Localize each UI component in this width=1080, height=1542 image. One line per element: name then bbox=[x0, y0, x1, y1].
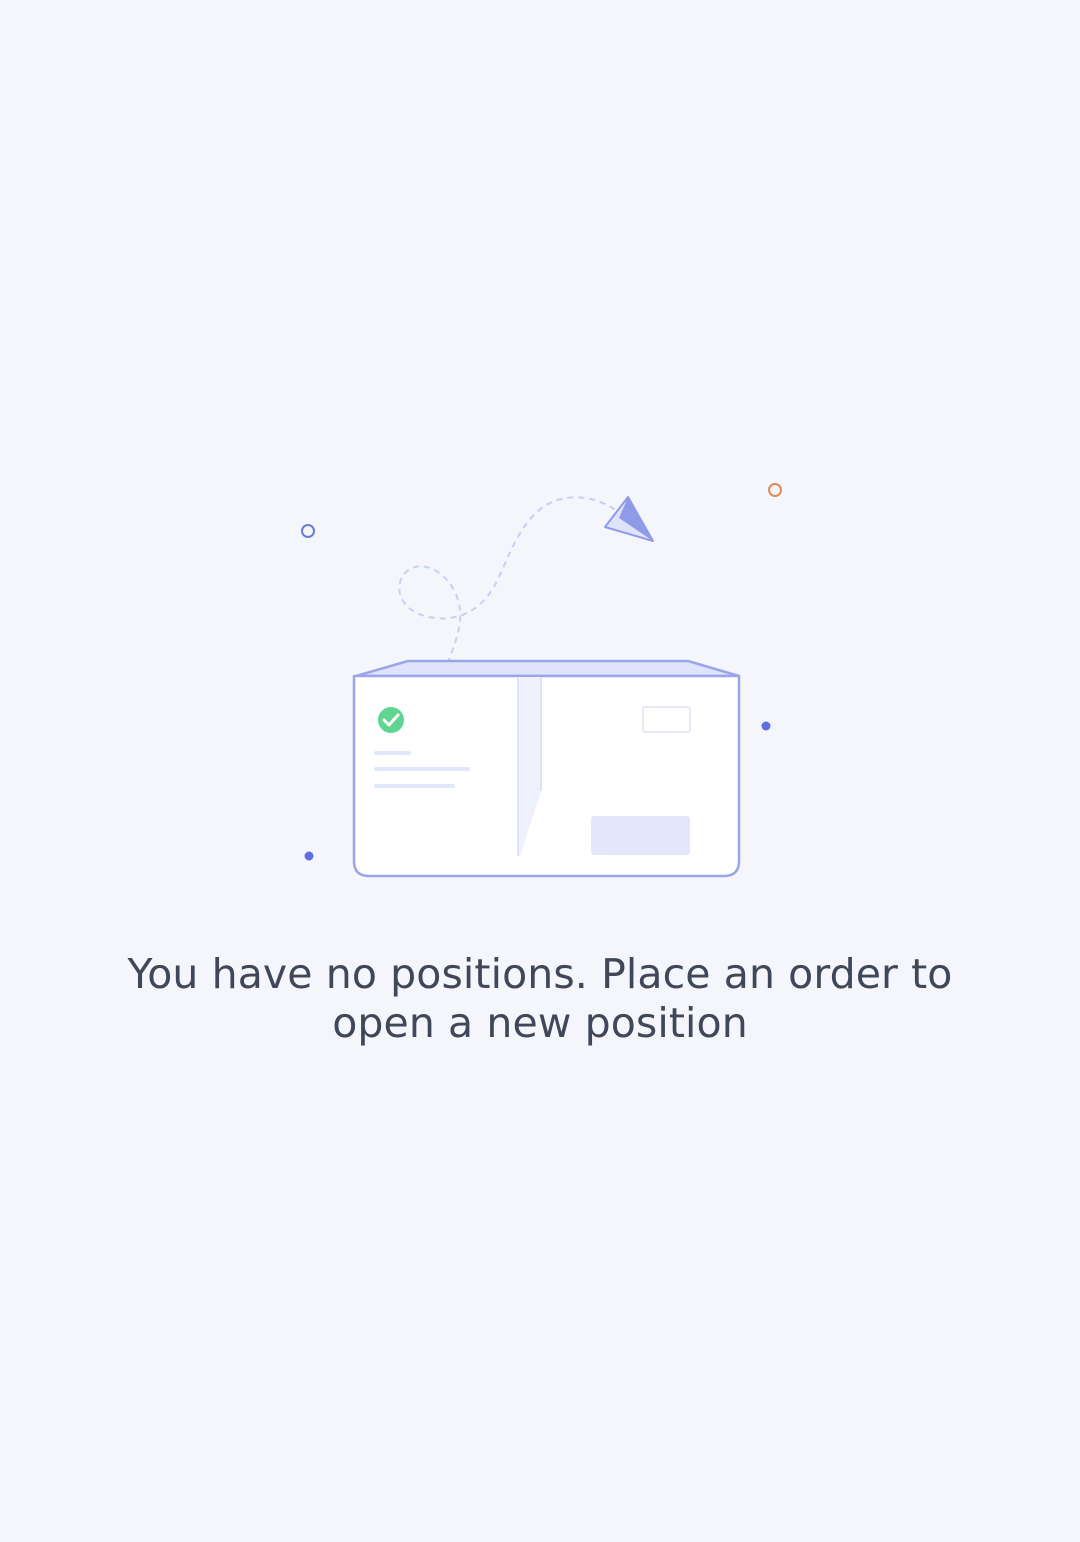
check-circle-icon bbox=[378, 707, 404, 733]
empty-state-illustration bbox=[301, 483, 782, 878]
flight-path bbox=[398, 496, 623, 675]
empty-state-message: You have no positions. Place an order to… bbox=[127, 950, 953, 1047]
box-icon bbox=[352, 674, 741, 878]
decorative-dot-left bbox=[304, 851, 314, 861]
decorative-dot-right bbox=[761, 721, 771, 731]
paper-plane-icon bbox=[604, 496, 654, 542]
box-flap bbox=[354, 659, 741, 678]
decorative-ring-orange bbox=[768, 483, 782, 497]
decorative-ring-blue bbox=[301, 524, 315, 538]
positions-screen: You have no positions. Place an order to… bbox=[0, 0, 1080, 1542]
